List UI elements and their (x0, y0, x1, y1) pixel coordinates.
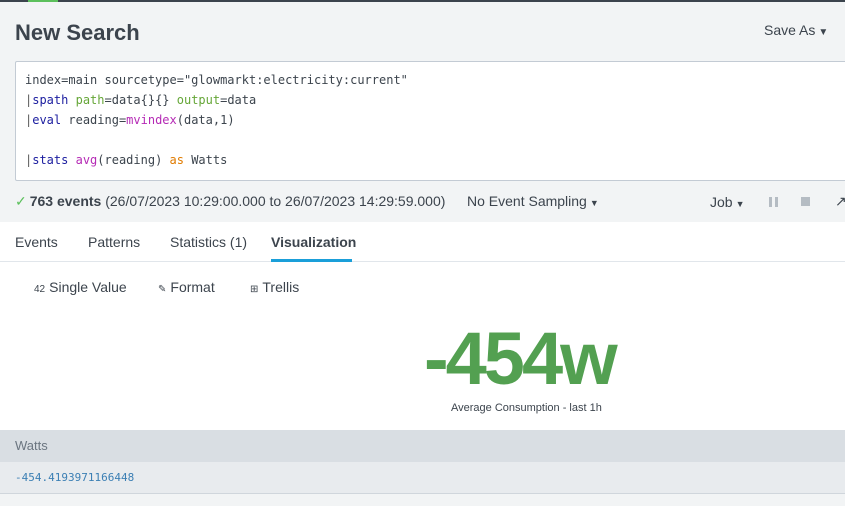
query-token: spath (32, 93, 69, 107)
query-token: =data{}{} (104, 93, 177, 107)
query-line: |stats avg(reading) as Watts (25, 152, 845, 172)
chevron-down-icon: ▼ (589, 198, 599, 208)
query-token: mvindex (126, 113, 177, 127)
format-button[interactable]: ✎ Format (158, 279, 215, 295)
query-token: reading= (61, 113, 127, 127)
query-line (25, 132, 845, 152)
pencil-icon: ✎ (158, 284, 167, 295)
single-value-button[interactable]: 42 Single Value (34, 279, 127, 295)
tab-statistics[interactable]: Statistics (1) (170, 234, 247, 250)
results-tabs: Events Patterns Statistics (1) Visualiza… (0, 222, 845, 262)
search-status: ✓ 763 events (26/07/2023 10:29:00.000 to … (15, 193, 445, 210)
column-header-watts[interactable]: Watts (15, 438, 48, 453)
query-token: output (176, 93, 221, 107)
single-value-caption: Average Consumption - last 1h (451, 402, 602, 414)
single-value-label: Single Value (49, 279, 127, 295)
query-line: index=main sourcetype="glowmarkt:electri… (25, 72, 845, 92)
share-icon[interactable]: ↗ (835, 193, 845, 210)
page-title: New Search (15, 20, 140, 45)
query-token: index=main sourcetype="glowmarkt:electri… (25, 73, 408, 87)
time-range: (26/07/2023 10:29:00.000 to 26/07/2023 1… (105, 193, 446, 209)
query-line: |eval reading=mvindex(data,1) (25, 112, 845, 132)
top-bar (0, 0, 845, 2)
query-token: path (75, 93, 105, 107)
trellis-label: Trellis (262, 279, 300, 295)
check-icon: ✓ (15, 193, 27, 209)
top-bar-accent (28, 0, 58, 2)
query-token: (data,1) (176, 113, 235, 127)
event-sampling-label: No Event Sampling (467, 193, 587, 209)
query-token: avg (75, 153, 98, 167)
event-count[interactable]: 763 events (30, 193, 102, 209)
job-label: Job (710, 194, 733, 210)
grid-icon: ⊞ (250, 284, 259, 295)
table-row: -454.4193971166448 (0, 462, 845, 494)
save-as-label: Save As (764, 22, 816, 38)
query-token: stats (32, 153, 69, 167)
chevron-down-icon: ▼ (735, 199, 745, 209)
query-token (68, 93, 75, 107)
job-menu[interactable]: Job ▼ (710, 194, 745, 210)
stop-icon[interactable] (801, 197, 810, 206)
search-query-editor[interactable]: index=main sourcetype="glowmarkt:electri… (15, 61, 845, 181)
single-value-icon: 42 (34, 284, 46, 295)
query-token: (reading) (97, 153, 170, 167)
visualization-panel: 42 Single Value ✎ Format ⊞ Trellis -454w Av… (0, 262, 845, 430)
event-sampling-dropdown[interactable]: No Event Sampling ▼ (467, 193, 599, 209)
query-token (68, 153, 75, 167)
table-header: Watts (0, 430, 845, 462)
tab-patterns[interactable]: Patterns (88, 234, 140, 250)
save-as-menu[interactable]: Save As ▼ (764, 22, 828, 38)
pause-icon[interactable] (769, 197, 779, 207)
table-cell-watts[interactable]: -454.4193971166448 (15, 471, 134, 484)
trellis-button[interactable]: ⊞ Trellis (250, 279, 299, 295)
table-footer (0, 494, 845, 506)
query-line: |spath path=data{}{} output=data (25, 92, 845, 112)
chevron-down-icon: ▼ (818, 27, 829, 38)
query-token: eval (32, 113, 62, 127)
query-token: as (169, 153, 184, 167)
tab-events[interactable]: Events (15, 234, 58, 250)
format-label: Format (170, 279, 215, 295)
query-token: =data (220, 93, 257, 107)
tab-visualization[interactable]: Visualization (271, 234, 356, 250)
single-value-number: -454w (424, 317, 618, 400)
query-token: Watts (183, 153, 228, 167)
